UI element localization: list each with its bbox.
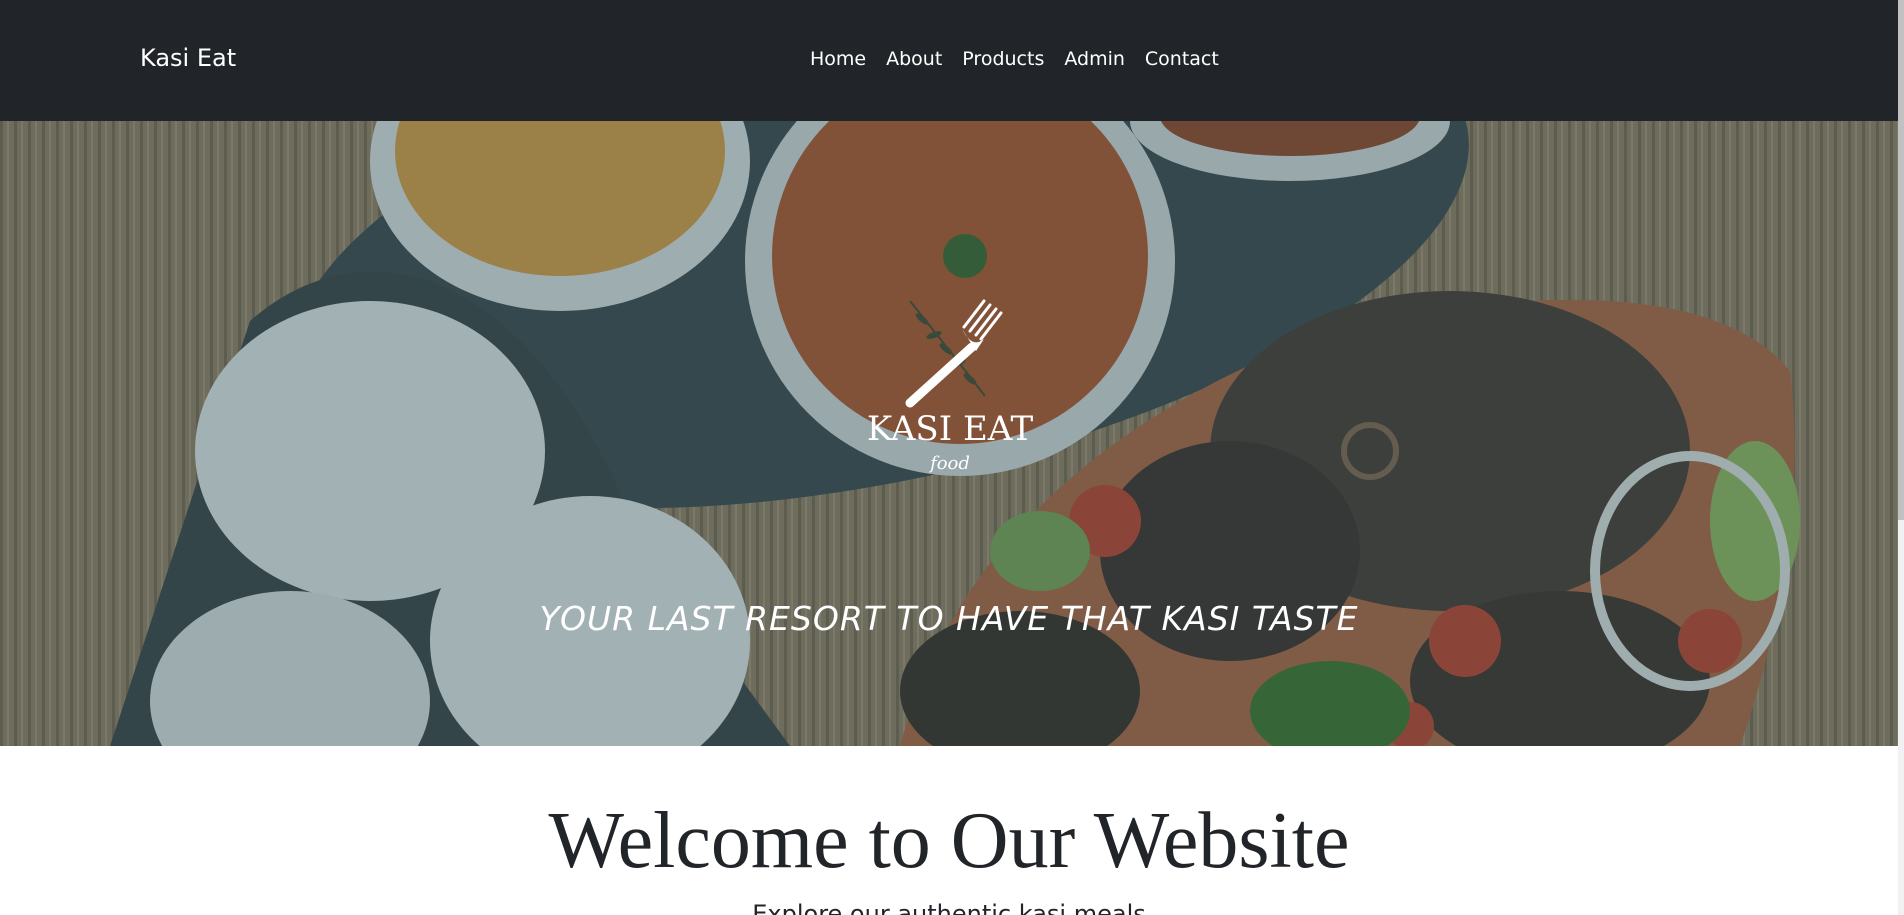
hero-tagline: YOUR LAST RESORT TO HAVE THAT KASI TASTE: [539, 599, 1359, 638]
logo-subtitle: food: [930, 453, 970, 474]
hero-banner: KASI EAT food YOUR LAST RESORT TO HAVE T…: [0, 121, 1898, 746]
page: Kasi Eat Home About Products Admin Conta…: [0, 0, 1904, 915]
nav-link-home[interactable]: Home: [800, 48, 876, 70]
kasi-eat-logo: KASI EAT food: [860, 291, 1040, 491]
scrollbar-thumb[interactable]: [1898, 0, 1904, 520]
brand-link[interactable]: Kasi Eat: [140, 44, 236, 72]
fork-icon: [905, 299, 1003, 408]
welcome-heading: Welcome to Our Website: [548, 797, 1350, 885]
nav-link-about[interactable]: About: [876, 48, 952, 70]
logo-title: KASI EAT: [866, 409, 1034, 449]
nav-link-admin[interactable]: Admin: [1054, 48, 1135, 70]
welcome-subtitle: Explore our authentic kasi meals: [752, 900, 1146, 915]
navbar: Kasi Eat Home About Products Admin Conta…: [0, 0, 1898, 121]
page-scrollbar[interactable]: [1898, 0, 1904, 915]
nav-links: Home About Products Admin Contact: [800, 48, 1229, 70]
nav-link-contact[interactable]: Contact: [1135, 48, 1229, 70]
nav-link-products[interactable]: Products: [952, 48, 1054, 70]
